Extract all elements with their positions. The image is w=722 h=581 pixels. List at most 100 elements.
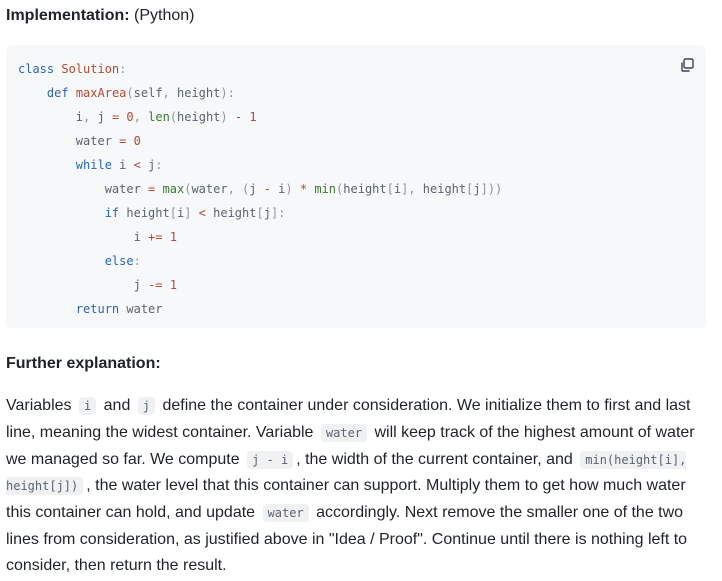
code-token: [ [386,182,394,196]
code-token: j [140,158,156,172]
code-line: j -= 1 [18,273,502,297]
code-token: ], [401,182,416,196]
code-token: return [75,302,120,316]
code-token: j [90,110,112,124]
code-token: j [473,182,481,196]
code-token: i [18,230,149,244]
code-token: < [198,206,206,220]
code-token: height [169,86,221,100]
code-line: i += 1 [18,225,502,249]
inline-code: i [78,397,97,415]
code-token: - [263,182,271,196]
code-token: max [162,182,185,196]
code-token: Solution [61,62,120,76]
code-token: ) [285,182,293,196]
code-line: class Solution: [18,57,502,81]
code-token: ]: [270,206,286,220]
inline-code: j [137,397,156,415]
code-token: if [104,206,120,220]
code-token: , [227,182,235,196]
code-token: height [177,110,221,124]
code-line: water = 0 [18,129,502,153]
code-token: < [133,158,141,172]
code-token: [ [169,206,177,220]
code-line: def maxArea(self, height): [18,81,502,105]
code-line: if height[i] < height[j]: [18,201,502,225]
code-token: ): [220,86,235,100]
implementation-label: Implementation: [6,7,130,24]
copy-icon [677,55,697,75]
paragraph-text: Variables [6,397,76,414]
code-line: while i < j: [18,153,502,177]
code-token: : [119,62,127,76]
code-token: 0 [133,134,141,148]
further-explanation-heading: Further explanation: [6,354,161,374]
code-token: : [133,254,141,268]
code-token: 1 [169,278,177,292]
code-content: class Solution: def maxArea(self, height… [18,57,502,321]
code-token: water [18,182,149,196]
code-token: , [133,110,141,124]
implementation-language: (Python) [129,7,195,24]
code-token: height [415,182,467,196]
code-token: self [133,86,163,100]
code-token: maxArea [75,86,127,100]
code-token: min [314,182,337,196]
explanation-paragraph: Variables i and j define the container u… [6,393,712,579]
code-token: += [148,230,163,244]
further-explanation-label: Further explanation: [6,355,161,372]
code-line: i, j = 0, len(height) - 1 [18,105,502,129]
inline-code: water [320,423,368,442]
code-token: ) [220,110,228,124]
code-token: j [18,278,149,292]
code-token: i [393,182,402,196]
code-token: 1 [169,230,177,244]
code-token: len [148,110,170,124]
code-token: else [104,254,134,268]
implementation-heading: Implementation: (Python) [6,6,194,26]
code-token: 0 [126,110,134,124]
copy-button[interactable] [677,55,697,75]
code-token: water [18,134,120,148]
code-token: j [263,206,271,220]
code-block: class Solution: def maxArea(self, height… [6,45,706,328]
code-token: j [249,182,264,196]
code-token: ( [169,110,178,124]
code-token: [ [256,206,264,220]
code-token: 1 [249,110,257,124]
code-token: ( [126,86,134,100]
code-token: i [18,110,84,124]
code-token: water [191,182,228,196]
code-token: ])) [480,182,503,196]
code-token: i [270,182,286,196]
code-token: height [119,206,170,220]
code-token: water [119,302,163,316]
code-token: height [205,206,257,220]
code-token: def [46,86,69,100]
code-token: : [155,158,163,172]
code-line: return water [18,297,502,321]
inline-code: j - i [247,450,294,469]
paragraph-text: , the width of the current container, an… [296,450,578,468]
code-token: while [75,158,112,172]
code-token: height [343,182,387,196]
code-line: water = max(water, (j - i) * min(height[… [18,177,503,201]
code-token: -= [148,278,163,292]
code-token: i [111,158,134,172]
code-line: else: [18,249,502,273]
paragraph-text: and [99,397,135,414]
